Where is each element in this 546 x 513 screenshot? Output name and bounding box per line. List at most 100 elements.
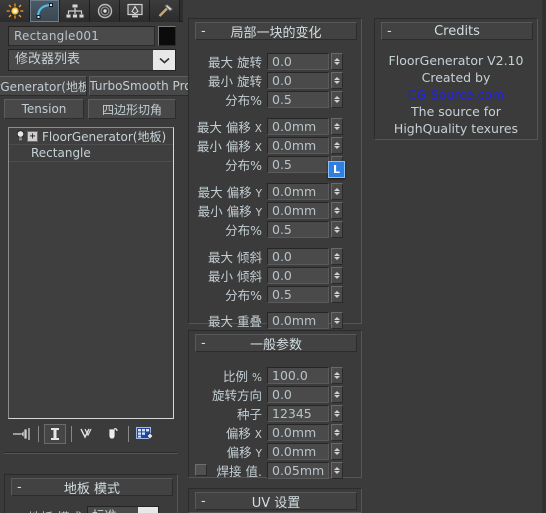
param-value-input[interactable]: 100.0	[267, 366, 329, 384]
pin-stack-icon[interactable]	[11, 424, 33, 444]
param-value-input[interactable]: 0.0	[267, 52, 329, 70]
lightbulb-icon[interactable]	[13, 130, 27, 142]
rollout-title: 局部一块的变化	[230, 25, 322, 41]
expand-stack-icon[interactable]: +	[27, 130, 38, 142]
spinner-min-tilt[interactable]	[331, 266, 343, 284]
spinner-max-overlap[interactable]	[331, 311, 343, 329]
spinner-offset-y[interactable]	[331, 442, 343, 460]
credits-link-cg-source[interactable]: CG-Source.com	[375, 86, 537, 103]
spinner-max-rotation[interactable]	[331, 52, 343, 70]
weld-checkbox[interactable]	[195, 464, 207, 476]
spinner-offset-x[interactable]	[331, 423, 343, 441]
param-row-scale: 比例 % 100.0	[195, 366, 359, 384]
param-value-input[interactable]: 0.0mm	[267, 311, 329, 329]
command-panel: Rectangle001 修改器列表 orGenerator(地板 TurboS…	[0, 0, 546, 513]
param-value-input[interactable]: 0.0mm	[267, 442, 329, 460]
param-value-input[interactable]: 0.5	[267, 90, 329, 108]
modifier-button-quad-chamfer[interactable]: 四边形切角	[88, 99, 176, 119]
chevron-down-icon[interactable]	[153, 50, 175, 70]
rollout-credits-header[interactable]: - Credits	[381, 22, 533, 40]
collapse-icon[interactable]: -	[17, 479, 22, 495]
collapse-icon[interactable]: -	[201, 23, 206, 39]
rollout-floor-mode: - 地板 模式 地板 模式 标准	[4, 474, 178, 513]
spinner-max-offset-x[interactable]	[331, 117, 343, 135]
floor-mode-select[interactable]: 标准	[87, 506, 159, 513]
spinner-max-tilt[interactable]	[331, 247, 343, 265]
param-value-input[interactable]: 0.0	[267, 385, 329, 403]
param-row-min-offset-x: 最小 偏移 X 0.0mm	[189, 136, 359, 154]
make-unique-icon[interactable]	[77, 424, 99, 444]
param-value-input[interactable]: 0.5	[267, 285, 329, 303]
param-label: 旋转方向	[211, 387, 262, 403]
modifier-list-label: 修改器列表	[15, 52, 81, 67]
stack-item-label: FloorGenerator(地板)	[42, 129, 167, 144]
show-end-result-icon[interactable]	[44, 424, 66, 444]
param-value-input[interactable]: 0.0mm	[267, 117, 329, 135]
tab-hierarchy[interactable]	[60, 0, 90, 22]
param-value-input[interactable]: 0.5	[267, 220, 329, 238]
toolbar-divider	[38, 426, 39, 442]
remove-modifier-icon[interactable]	[101, 424, 123, 444]
modifier-stack-toolbar	[8, 422, 174, 446]
panel-scrollbar[interactable]	[542, 0, 546, 513]
modifier-list-dropdown[interactable]: 修改器列表	[8, 49, 176, 71]
param-value-input[interactable]: 0.0mm	[267, 136, 329, 154]
param-label: 最小 偏移 X	[196, 138, 262, 154]
stack-item-floorgenerator[interactable]: + FloorGenerator(地板)	[9, 128, 173, 145]
modifier-button-turbosmooth-pro[interactable]: TurboSmooth Pro	[89, 76, 192, 96]
collapse-icon[interactable]: -	[201, 335, 206, 351]
credits-line-version: FloorGenerator V2.10	[388, 53, 524, 68]
param-value-input[interactable]: 0.0	[267, 266, 329, 284]
spinner-rotation-direction[interactable]	[331, 385, 343, 403]
tab-create[interactable]	[0, 0, 30, 22]
rollout-uv-settings-header[interactable]: - UV 设置	[195, 492, 357, 511]
modifier-stack-list[interactable]: + FloorGenerator(地板) Rectangle	[8, 127, 174, 419]
param-value-input[interactable]: 0.0mm	[267, 201, 329, 219]
configure-sets-icon[interactable]	[134, 424, 156, 444]
spinner-scale[interactable]	[331, 366, 343, 384]
modifier-button-tension[interactable]: Tension	[4, 99, 84, 119]
param-row-min-offset-y: 最小 偏移 Y 0.0mm	[189, 201, 359, 219]
credits-line-tagline-2: HighQuality texures	[393, 121, 519, 136]
spinner-tilt-distribution[interactable]	[331, 285, 343, 303]
tab-display[interactable]	[120, 0, 150, 22]
floor-mode-label: 地板 模式	[15, 507, 87, 513]
rollout-title: UV 设置	[251, 495, 301, 511]
param-value-input[interactable]: 0.0	[267, 71, 329, 89]
tab-motion[interactable]	[90, 0, 120, 22]
spinner-seed[interactable]	[331, 404, 343, 422]
spinner-min-rotation[interactable]	[331, 71, 343, 89]
param-value-input[interactable]: 0.0mm	[267, 182, 329, 200]
param-value-input[interactable]: 0.0	[267, 247, 329, 265]
stack-item-rectangle[interactable]: Rectangle	[9, 145, 173, 162]
param-value-input[interactable]: 12345	[267, 404, 329, 422]
ime-indicator-key[interactable]: L	[328, 161, 345, 178]
modify-panel-left: Rectangle001 修改器列表 orGenerator(地板 TurboS…	[0, 22, 192, 513]
toolbar-divider	[71, 426, 72, 442]
rollout-general-parameters-header[interactable]: - 一般参数	[195, 334, 357, 353]
spinner-rotation-distribution[interactable]	[331, 90, 343, 108]
chevron-down-icon[interactable]	[138, 507, 158, 513]
param-value-input[interactable]: 0.05mm	[267, 461, 329, 479]
spinner-weld-value[interactable]	[331, 461, 343, 479]
spinner-min-offset-x[interactable]	[331, 136, 343, 154]
modifier-button-floorgenerator[interactable]: orGenerator(地板	[0, 76, 87, 96]
param-label: 最大 偏移 X	[196, 119, 262, 135]
collapse-icon[interactable]: -	[201, 493, 206, 509]
floor-mode-row: 地板 模式 标准	[15, 506, 175, 513]
param-value-input[interactable]: 0.0mm	[267, 423, 329, 441]
tab-modify[interactable]	[30, 0, 60, 22]
object-color-swatch[interactable]	[158, 26, 176, 46]
spinner-offset-y-distribution[interactable]	[331, 220, 343, 238]
collapse-icon[interactable]: -	[387, 23, 392, 39]
param-value-input[interactable]: 0.5	[267, 155, 329, 173]
spinner-max-offset-y[interactable]	[331, 182, 343, 200]
rollout-local-variation-header[interactable]: - 局部一块的变化	[195, 22, 357, 41]
param-row-seed: 种子 12345	[195, 404, 359, 422]
param-label: 分布%	[225, 92, 262, 108]
spinner-min-offset-y[interactable]	[331, 201, 343, 219]
rollout-floor-mode-header[interactable]: - 地板 模式	[11, 478, 173, 497]
object-name-input[interactable]: Rectangle001	[8, 26, 155, 46]
tab-utilities[interactable]	[150, 0, 180, 22]
param-label: 偏移 Y	[226, 444, 262, 460]
